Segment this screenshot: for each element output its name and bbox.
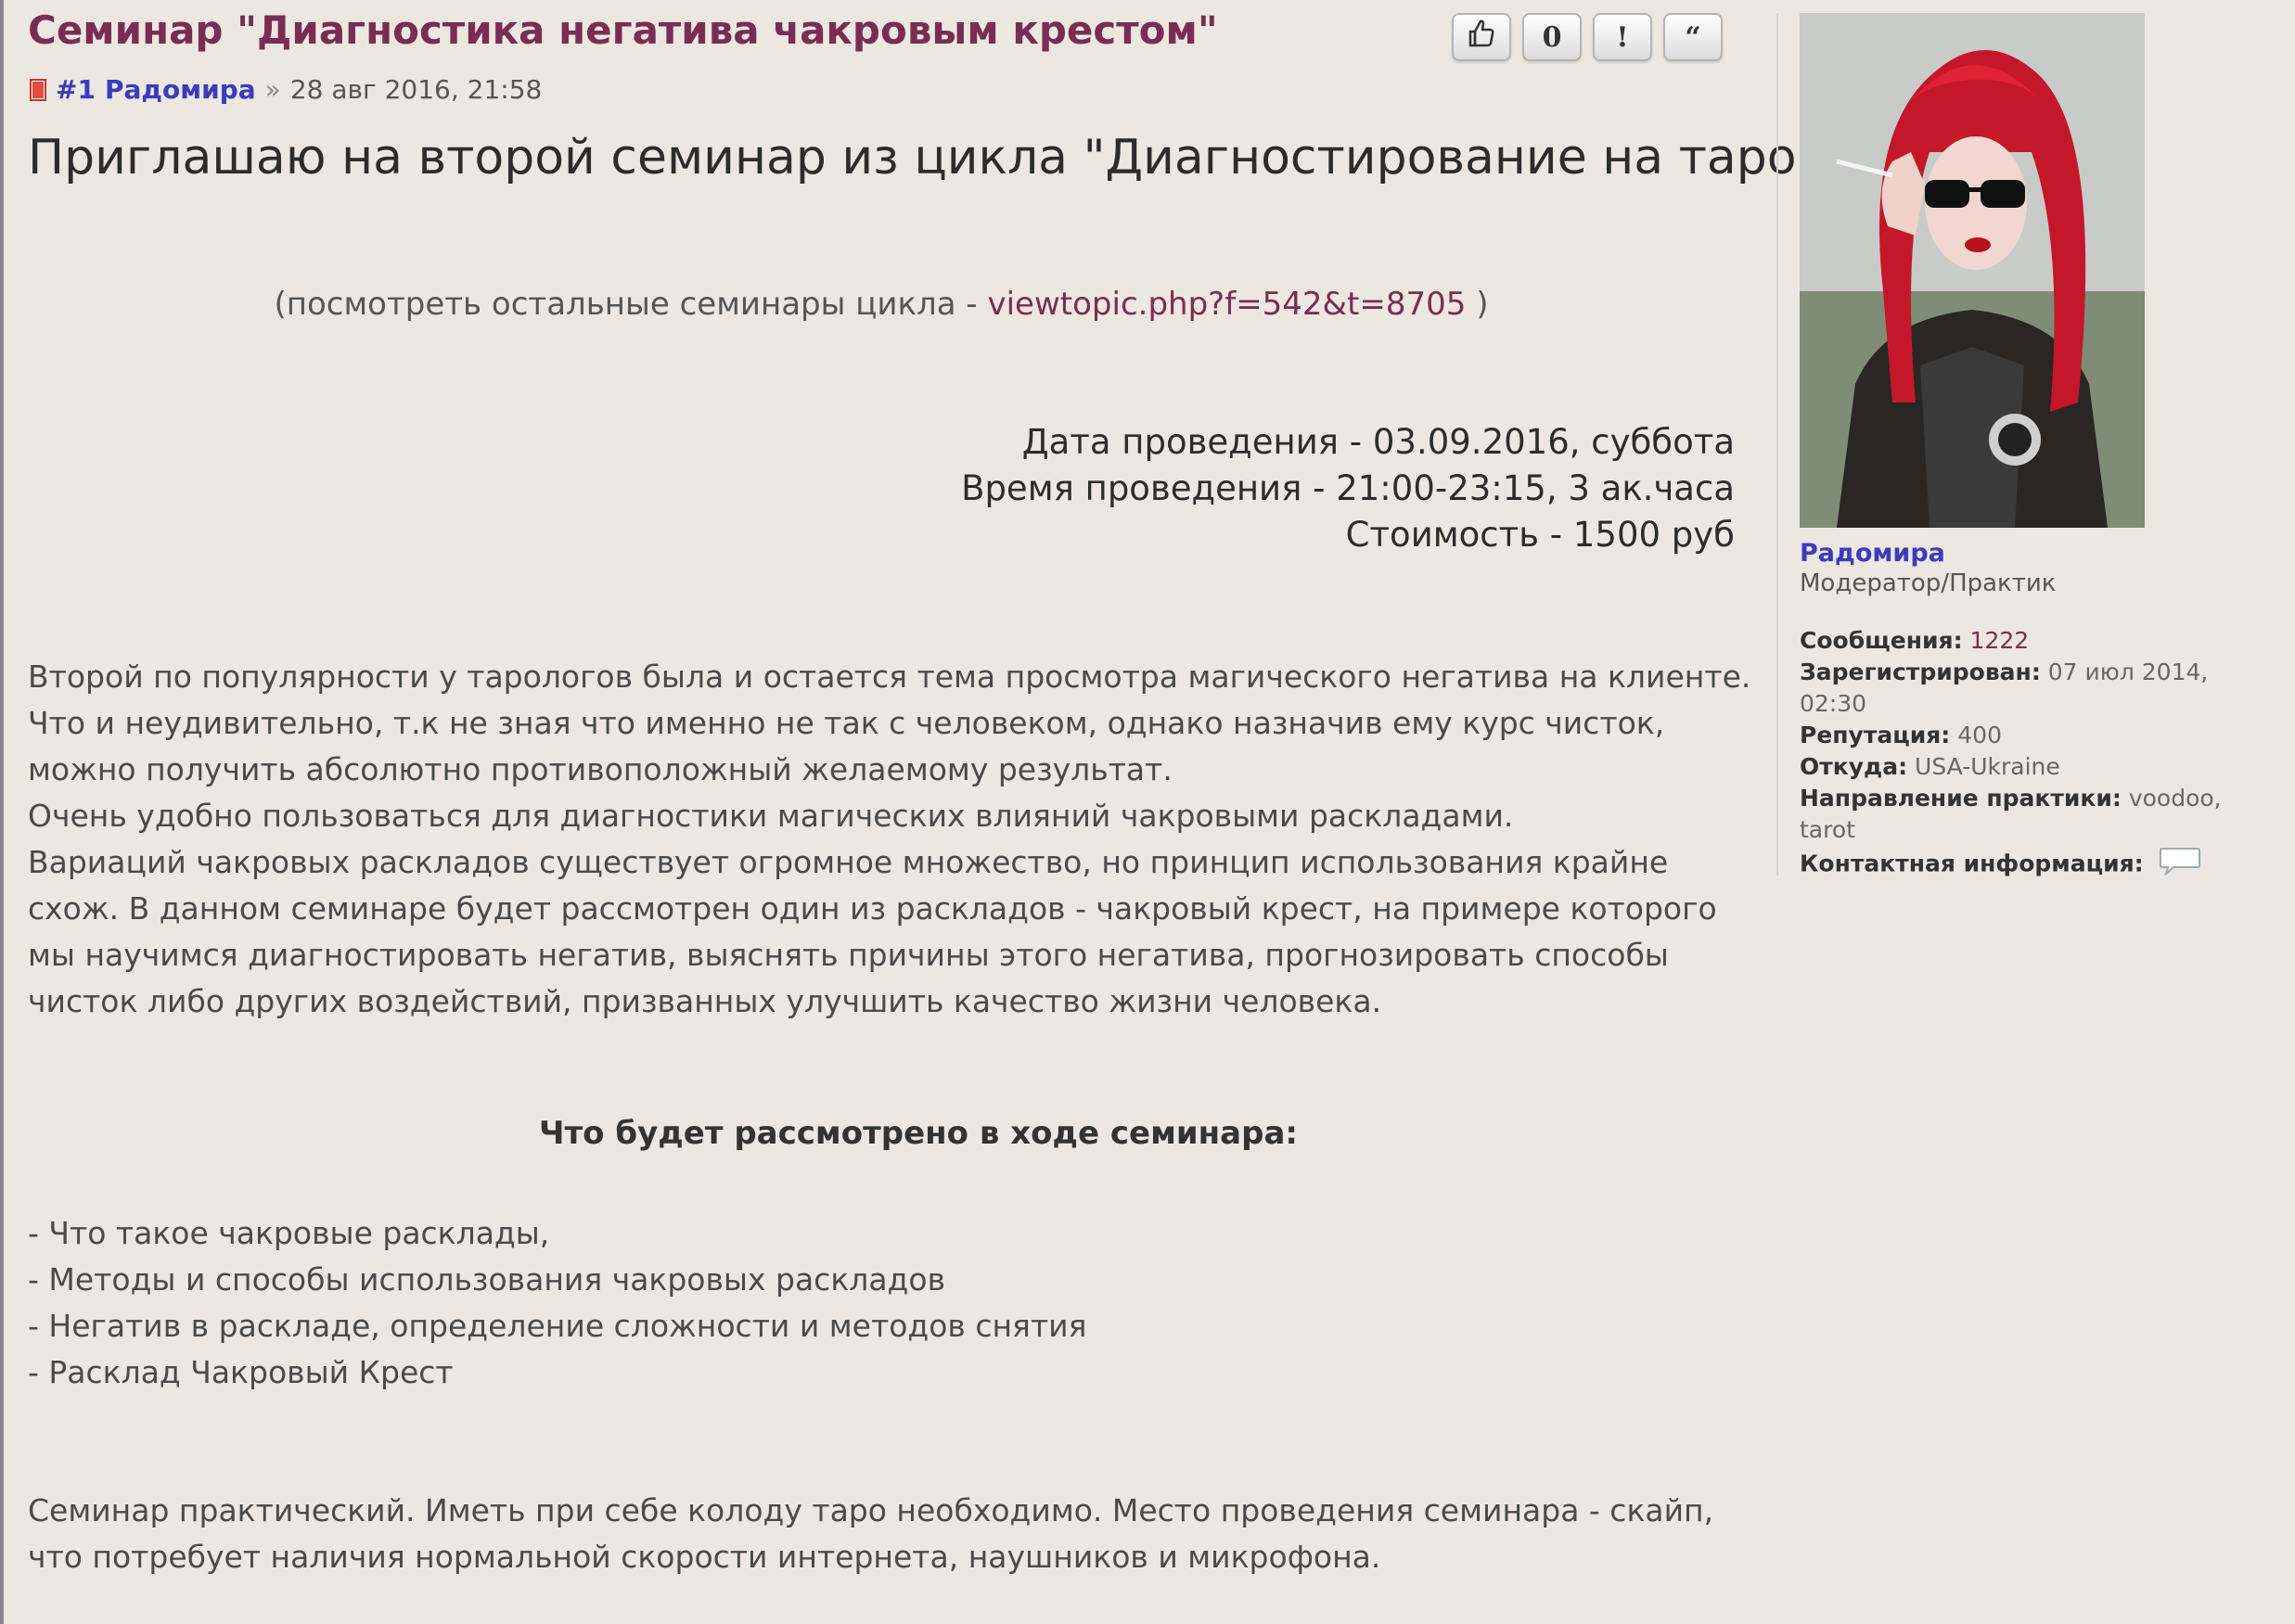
paragraph: Очень удобно пользоваться для диагностик… [28,798,1514,834]
post-action-buttons: 0 ! “ [1452,13,1723,61]
series-link-suffix: ) [1466,286,1489,323]
post-date: 28 авг 2016, 21:58 [289,74,543,105]
post-meta: #1 Радомира » 28 авг 2016, 21:58 [30,74,542,105]
stat-label: Направление практики: [1800,785,2122,812]
stat-row: Зарегистрирован: 07 июл 2014, 02:30 [1800,657,2282,720]
event-date: Дата проведения - 03.09.2016, суббота [1021,422,1735,462]
profile-rank: Модератор/Практик [1800,569,2057,597]
description-text: Второй по популярности у тарологов была … [28,654,1753,1025]
stat-value: 400 [1957,722,2002,748]
list-item: - Негатив в раскладе, определение сложно… [28,1308,1087,1344]
stat-value: USA-Ukraine [1915,753,2060,780]
event-info: Дата проведения - 03.09.2016, суббота Вр… [961,419,1735,558]
stat-label: Контактная информация: [1800,850,2144,877]
rating-button[interactable]: 0 [1522,13,1582,61]
meta-separator: » [264,74,281,105]
series-link-prefix: (посмотреть остальные семинары цикла - [274,286,988,323]
left-border [0,0,4,1624]
author-profile: Радомира Модератор/Практик Сообщения: 12… [1800,13,2282,884]
section-title: Что будет рассмотрено в ходе семинара: [538,1115,1298,1152]
chat-bubble-icon[interactable] [2159,846,2201,884]
thumb-icon [1468,19,1495,56]
stat-label: Зарегистрирован: [1800,659,2041,685]
topics-list: - Что такое чакровые расклады, - Методы … [28,1210,1086,1396]
stat-row: Направление практики: voodoo, tarot [1800,783,2282,846]
forum-post-page: Семинар "Диагностика негатива чакровым к… [0,0,2295,1624]
stat-row: Сообщения: 1222 [1800,625,2282,657]
post-container: Семинар "Диагностика негатива чакровым к… [28,0,1819,1624]
post-title[interactable]: Семинар "Диагностика негатива чакровым к… [28,7,1218,53]
post-file-icon[interactable] [30,78,46,101]
event-time: Время проведения - 21:00-23:15, 3 ак.час… [961,468,1735,508]
quote-button[interactable]: “ [1663,13,1723,61]
posts-count-link[interactable]: 1222 [1970,627,2030,654]
list-item: - Расклад Чакровый Крест [28,1354,454,1390]
paragraph: Второй по популярности у тарологов была … [28,659,1751,787]
list-item: - Что такое чакровые расклады, [28,1215,550,1251]
avatar[interactable] [1800,13,2145,528]
series-link-line: (посмотреть остальные семинары цикла - v… [28,286,1735,323]
stat-row: Репутация: 400 [1800,720,2282,751]
post-author-link[interactable]: Радомира [105,74,256,105]
profile-stats: Сообщения: 1222 Зарегистрирован: 07 июл … [1800,625,2282,884]
profile-username[interactable]: Радомира [1800,539,2282,568]
series-link[interactable]: viewtopic.php?f=542&t=8705 [987,286,1466,323]
sidebar-divider [1776,13,1778,876]
list-item: - Методы и способы использования чакровы… [28,1261,946,1298]
stat-label: Сообщения: [1800,627,1963,654]
stat-label: Откуда: [1800,753,1908,780]
post-number[interactable]: #1 [56,74,96,105]
stat-label: Репутация: [1800,722,1951,748]
report-button[interactable]: ! [1593,13,1652,61]
final-paragraph: Семинар практический. Иметь при себе кол… [28,1492,1714,1575]
like-button[interactable] [1452,13,1511,61]
post-headline: Приглашаю на второй семинар из цикла "Ди… [28,130,1819,185]
stat-row: Откуда: USA-Ukraine [1800,751,2282,783]
stat-row: Контактная информация: [1800,846,2282,884]
event-cost: Стоимость - 1500 руб [1345,515,1735,555]
paragraph: Вариаций чакровых раскладов существует о… [28,844,1717,1019]
